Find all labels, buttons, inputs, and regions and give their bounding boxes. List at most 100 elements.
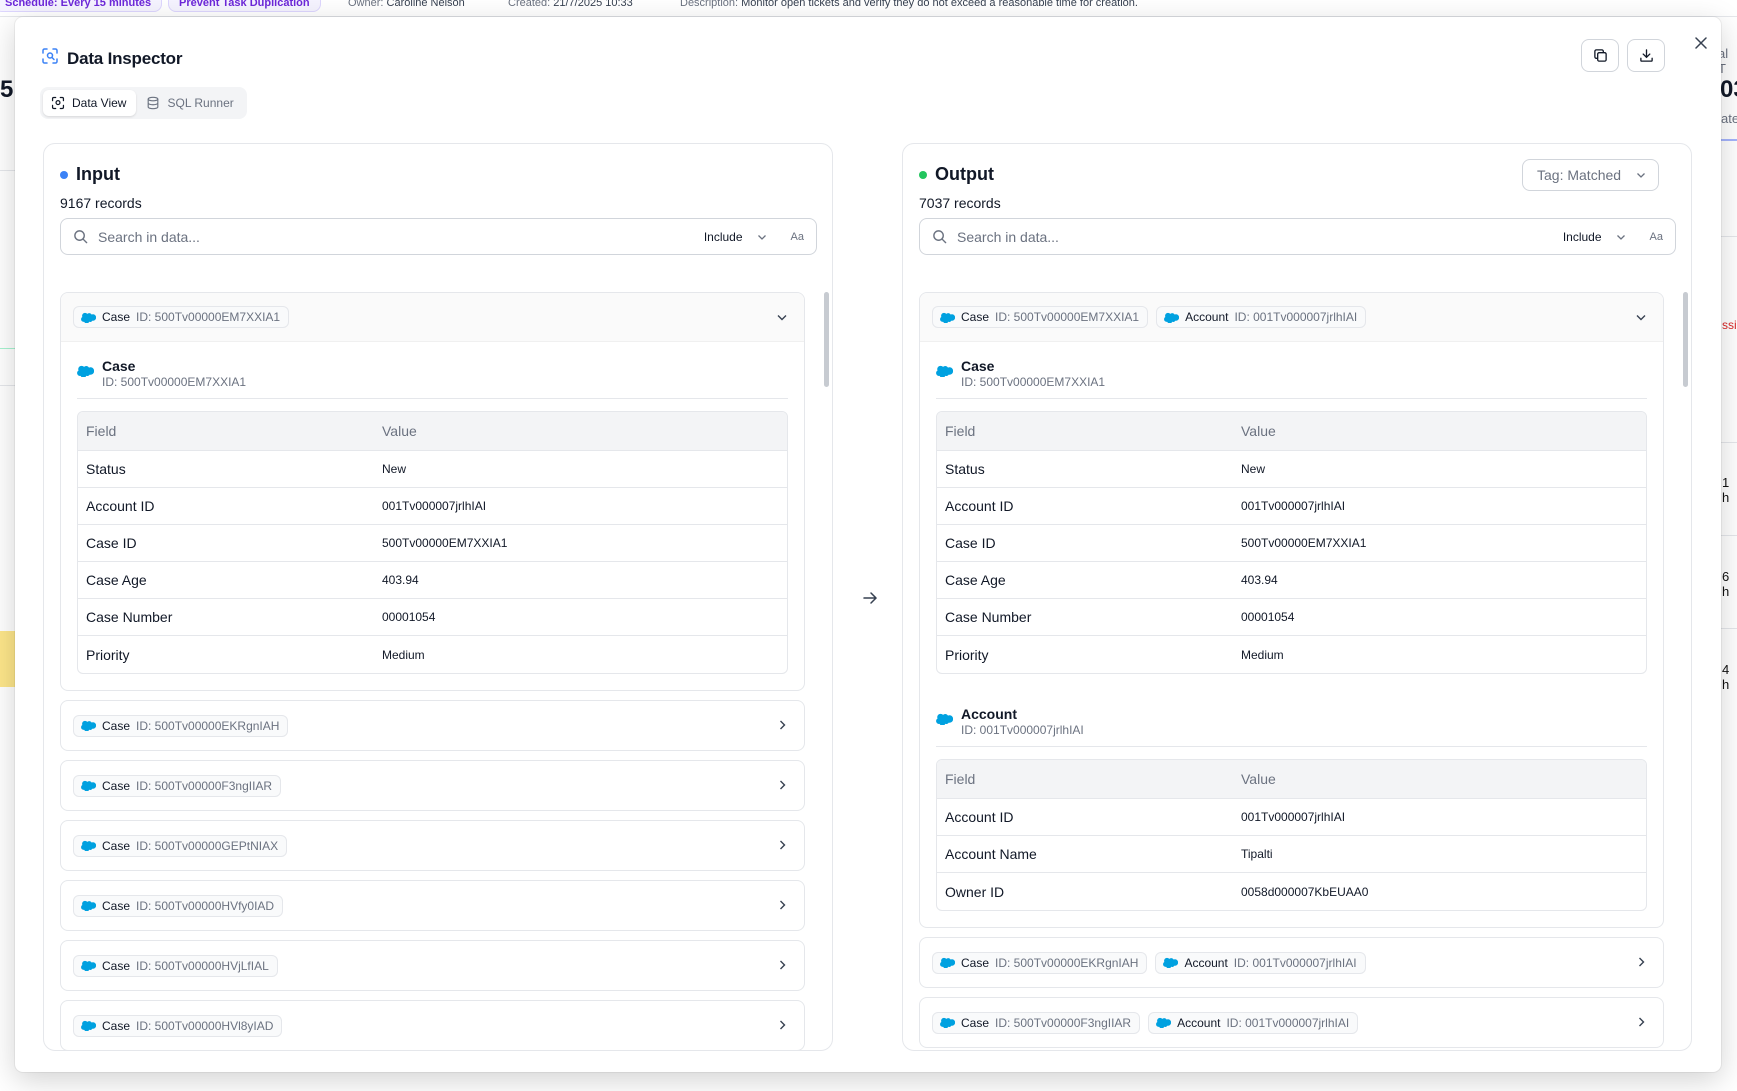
list-item: Case ID: 500Tv00000EM7XXIA1 Account ID: … xyxy=(919,292,1664,928)
chevron-right-icon[interactable] xyxy=(774,777,790,793)
search-icon xyxy=(74,230,88,244)
search-icon xyxy=(933,230,947,244)
background-tab-underline xyxy=(1721,139,1737,141)
chevron-right-icon[interactable] xyxy=(774,1017,790,1033)
background-right-h1: 1 h xyxy=(1722,475,1730,505)
output-panel: Output Tag: Matched 7037 records Search … xyxy=(902,143,1692,1051)
field-table: Field Value Account ID 001Tv000007jrlhIAI … xyxy=(936,759,1647,911)
scan-icon xyxy=(41,47,59,70)
record-header[interactable]: Case ID: 500Tv00000EM7XXIA1 xyxy=(61,293,804,342)
column-header-value: Value xyxy=(1233,412,1646,451)
object-header: Case ID: 500Tv00000EM7XXIA1 xyxy=(936,342,1647,399)
column-header-field: Field xyxy=(937,412,1233,451)
chevron-down-icon xyxy=(757,234,766,240)
salesforce-icon xyxy=(81,720,96,731)
view-tabs: Data View SQL Runner xyxy=(40,87,247,119)
list-item[interactable]: Case ID: 500Tv00000F3ngIIAR xyxy=(60,760,805,811)
table-row: Owner ID 0058d000007KbEUAA0 xyxy=(945,883,1369,900)
output-header: Output xyxy=(919,164,994,185)
copy-icon xyxy=(1593,49,1607,62)
list-item: Case ID: 500Tv00000EM7XXIA1 Case ID: 500T… xyxy=(60,292,805,691)
object-id: ID: 500Tv00000EM7XXIA1 xyxy=(961,375,1106,389)
background-right-sub: ate xyxy=(1721,111,1737,126)
column-header-field: Field xyxy=(78,412,374,451)
list-item[interactable]: Case ID: 500Tv00000GEPtNIAX xyxy=(60,820,805,871)
close-button[interactable] xyxy=(1689,31,1713,55)
chevron-down-icon[interactable] xyxy=(774,309,790,325)
database-icon xyxy=(148,96,159,110)
table-row: Case Number 00001054 xyxy=(78,599,787,636)
record-chip: Case ID: 500Tv00000F3ngIIAR xyxy=(932,1011,1141,1034)
output-search-bar: Search in data... Include Aa xyxy=(919,218,1676,255)
input-panel: Input 9167 records Search in data... Inc… xyxy=(43,143,833,1051)
list-item[interactable]: Case ID: 500Tv00000F3ngIIAR Account ID: 00… xyxy=(919,997,1664,1048)
data-inspector-modal: Data Inspector Data View SQL Runner Inpu… xyxy=(15,17,1721,1072)
input-scrollbar[interactable] xyxy=(824,292,829,1032)
object-header: Account ID: 001Tv000007jrlhIAI xyxy=(936,690,1647,747)
description-info: Description: Monitor open tickets and ve… xyxy=(680,0,1138,9)
salesforce-icon xyxy=(81,1020,96,1031)
record-chip: Case ID: 500Tv00000EM7XXIA1 xyxy=(932,306,1149,328)
salesforce-icon xyxy=(81,840,96,851)
modal-header: Data Inspector xyxy=(41,47,182,70)
record-chip: Case ID: 500Tv00000HVjLfIAL xyxy=(73,954,278,977)
close-icon xyxy=(1695,37,1707,49)
record-header[interactable]: Case ID: 500Tv00000EM7XXIA1 Account ID: … xyxy=(920,293,1663,342)
input-case-sensitive-toggle[interactable]: Aa xyxy=(791,231,804,243)
object-id: ID: 001Tv000007jrlhIAI xyxy=(961,723,1084,737)
output-scrollbar[interactable] xyxy=(1683,292,1688,1032)
list-item[interactable]: Case ID: 500Tv00000EKRgnIAH xyxy=(60,700,805,751)
scan-icon xyxy=(51,96,65,110)
record-chip: Case ID: 500Tv00000GEPtNIAX xyxy=(73,834,288,857)
download-button[interactable] xyxy=(1627,39,1665,72)
chevron-right-icon[interactable] xyxy=(1633,954,1649,970)
table-row: Case Number 00001054 xyxy=(937,599,1646,636)
output-include-select[interactable]: Include xyxy=(1563,230,1626,244)
output-record-list: Case ID: 500Tv00000EM7XXIA1 Account ID: … xyxy=(919,292,1664,1048)
chevron-right-icon[interactable] xyxy=(774,717,790,733)
record-body: Case ID: 500Tv00000EM7XXIA1 Field Value St… xyxy=(61,342,804,690)
record-chip: Case ID: 500Tv00000HVl8yIAD xyxy=(73,1014,283,1037)
object-name: Account xyxy=(961,706,1017,722)
scrollbar-thumb[interactable] xyxy=(824,292,829,387)
output-case-sensitive-toggle[interactable]: Aa xyxy=(1650,231,1663,243)
input-include-select[interactable]: Include xyxy=(704,230,767,244)
chevron-right-icon[interactable] xyxy=(774,957,790,973)
list-item[interactable]: Case ID: 500Tv00000HVfy0IAD xyxy=(60,880,805,931)
list-item[interactable]: Case ID: 500Tv00000HVjLfIAL xyxy=(60,940,805,991)
record-body: Case ID: 500Tv00000EM7XXIA1 Field Value St… xyxy=(920,342,1663,927)
salesforce-icon xyxy=(1164,312,1180,323)
copy-button[interactable] xyxy=(1581,39,1619,72)
list-item[interactable]: Case ID: 500Tv00000EKRgnIAH Account ID: 00… xyxy=(919,937,1664,988)
record-chip: Account ID: 001Tv000007jrlhIAI xyxy=(1155,951,1366,974)
input-search-bar: Search in data... Include Aa xyxy=(60,218,817,255)
tab-sql-runner[interactable]: SQL Runner xyxy=(138,90,243,116)
input-search-input[interactable]: Search in data... xyxy=(98,229,694,245)
background-header-strip: Schedule: Every 15 minutes Prevent Task … xyxy=(0,0,1737,17)
background-right-h3: 4 h xyxy=(1722,662,1730,692)
salesforce-icon xyxy=(940,1017,955,1028)
output-search-input[interactable]: Search in data... xyxy=(957,229,1553,245)
table-row: Status New xyxy=(78,451,787,488)
salesforce-icon xyxy=(936,365,953,377)
background-right-red: ssi xyxy=(1722,318,1737,332)
salesforce-icon xyxy=(1163,957,1179,968)
table-row: Case ID 500Tv00000EM7XXIA1 xyxy=(78,525,787,562)
table-row: Priority Medium xyxy=(86,646,425,663)
chevron-down-icon[interactable] xyxy=(1633,309,1649,325)
prevent-duplication-chip[interactable]: Prevent Task Duplication xyxy=(168,0,321,12)
chevron-right-icon[interactable] xyxy=(774,897,790,913)
tag-filter-select[interactable]: Tag: Matched xyxy=(1522,159,1659,191)
chevron-right-icon[interactable] xyxy=(1633,1014,1649,1030)
table-row: Case Age 403.94 xyxy=(78,562,787,599)
input-title: Input xyxy=(76,164,120,184)
table-row: Account ID 001Tv000007jrlhIAI xyxy=(937,488,1646,525)
background-stat-left: 5 xyxy=(0,76,14,103)
table-row: Status New xyxy=(937,451,1646,488)
chevron-right-icon[interactable] xyxy=(774,837,790,853)
scrollbar-thumb[interactable] xyxy=(1683,292,1688,387)
schedule-chip[interactable]: Schedule: Every 15 minutes xyxy=(0,0,163,12)
record-chip: Case ID: 500Tv00000EKRgnIAH xyxy=(932,951,1148,974)
list-item[interactable]: Case ID: 500Tv00000HVl8yIAD xyxy=(60,1000,805,1050)
tab-data-view[interactable]: Data View xyxy=(43,90,137,116)
